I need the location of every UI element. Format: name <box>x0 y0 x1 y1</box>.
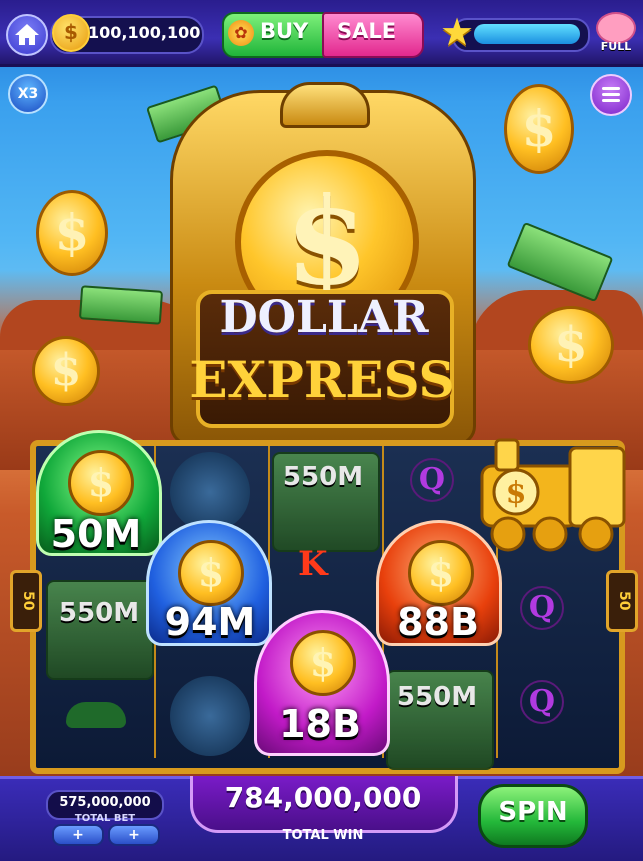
coin-balance: 100,100,100 <box>88 23 201 42</box>
cash-stack-symbol <box>46 580 154 680</box>
menu-icon-line <box>602 87 620 90</box>
bonus-value: 18B <box>279 702 361 746</box>
dollar-coin-icon: $ <box>178 540 244 606</box>
bonus-value: 50M <box>50 512 142 556</box>
gold-coin: $ <box>504 84 574 174</box>
payline-indicator-left: 50 <box>10 570 42 632</box>
train-chimney <box>280 82 370 128</box>
game-logo-line2: EXPRESS <box>189 350 455 409</box>
menu-icon-line <box>602 99 620 102</box>
gold-coin: $ <box>528 306 614 384</box>
q-symbol: Q <box>520 680 564 724</box>
game-logo-line1: DOLLAR <box>219 292 429 343</box>
flower-icon: ✿ <box>228 20 254 46</box>
cash-value: 550M <box>58 598 140 628</box>
q-symbol: Q <box>520 586 564 630</box>
total-bet-value: 575,000,000 <box>59 795 151 810</box>
multiplier-button[interactable]: X3 <box>8 74 48 114</box>
payline-indicator-right: 50 <box>606 570 638 632</box>
dollar-coin-icon: $ <box>68 450 134 516</box>
menu-icon-line <box>602 93 620 96</box>
dollar-coin-icon: $ <box>408 540 474 606</box>
hat-symbol <box>66 702 126 728</box>
total-win-value: 784,000,000 <box>224 781 422 814</box>
home-button[interactable] <box>6 14 48 56</box>
decrease-bet-button[interactable]: + <box>52 824 104 846</box>
bonus-value: 94M <box>164 600 256 644</box>
q-symbol: Q <box>410 458 454 502</box>
bonus-value: 88B <box>397 600 479 644</box>
svg-text:$: $ <box>506 476 527 511</box>
gold-locomotive-symbol: $ <box>480 438 626 552</box>
gold-coin: $ <box>32 336 100 406</box>
increase-bet-button[interactable]: + <box>108 824 160 846</box>
poodle-symbol <box>170 676 250 756</box>
sale-button-label[interactable]: SALE <box>337 19 396 43</box>
k-symbol: K <box>298 544 328 584</box>
cash-bill <box>78 285 164 325</box>
menu-button[interactable] <box>590 74 632 116</box>
spin-button-label[interactable]: SPIN <box>478 797 588 827</box>
gold-coin: $ <box>36 190 108 276</box>
dollar-coin-icon: $ <box>290 630 356 696</box>
buy-button-label[interactable]: BUY <box>260 19 308 43</box>
piggy-bank-button[interactable]: FULL <box>594 12 638 56</box>
star-icon: ★ <box>440 10 475 54</box>
cash-value: 550M <box>282 462 364 492</box>
home-icon <box>15 24 39 45</box>
piggy-bank-label: FULL <box>600 40 632 53</box>
total-win-label: TOTAL WIN <box>282 828 364 843</box>
total-bet-label: TOTAL BET <box>74 813 136 824</box>
coin-icon: $ <box>52 14 90 52</box>
xp-progress-fill <box>474 24 580 44</box>
cash-value: 550M <box>396 682 478 712</box>
